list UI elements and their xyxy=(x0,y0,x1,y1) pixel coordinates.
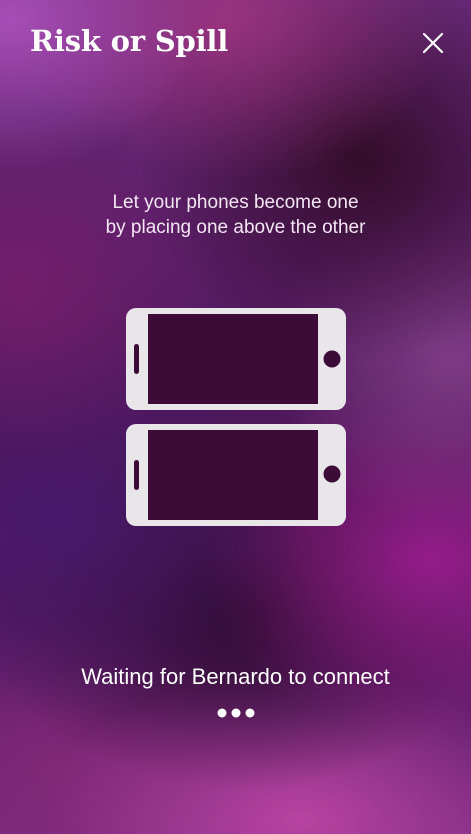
app-title: Risk or Spill xyxy=(30,24,229,58)
close-icon xyxy=(422,32,444,54)
phones-stacked-icon xyxy=(126,308,346,526)
phone-top-icon xyxy=(126,308,346,410)
phones-stacked-illustration xyxy=(124,306,348,528)
pairing-screen: Risk or Spill Let your phones become one… xyxy=(0,0,471,834)
close-button[interactable] xyxy=(418,28,448,58)
instruction-text: Let your phones become one by placing on… xyxy=(0,190,471,240)
instruction-line-2: by placing one above the other xyxy=(105,217,366,238)
phone-bottom-icon xyxy=(126,424,346,526)
loading-indicator xyxy=(216,707,256,719)
waiting-status-text: Waiting for Bernardo to connect xyxy=(81,664,390,689)
instruction-line-1: Let your phones become one xyxy=(112,192,359,213)
loading-dots-icon xyxy=(217,708,255,718)
